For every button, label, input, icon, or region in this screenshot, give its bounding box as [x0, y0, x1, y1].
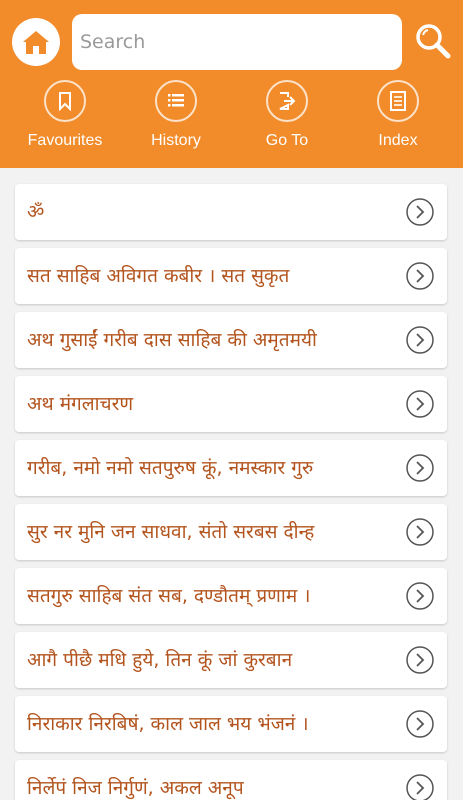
chevron-right-icon[interactable]: [405, 645, 435, 675]
home-button[interactable]: [12, 18, 60, 66]
tab-label: Index: [378, 132, 418, 149]
chevron-right-icon[interactable]: [405, 325, 435, 355]
tab-favourites[interactable]: Favourites: [10, 80, 120, 156]
tab-icon-circle: [377, 80, 419, 122]
chevron-right-icon[interactable]: [405, 709, 435, 739]
list-item[interactable]: गरीब, नमो नमो सतपुरुष कूं, नमस्कार गुरु: [15, 440, 447, 496]
list-item[interactable]: आगै पीछै मधि हुये, तिन कूं जां कुरबान: [15, 632, 447, 688]
list-item-text: गरीब, नमो नमो सतपुरुष कूं, नमस्कार गुरु: [27, 457, 314, 479]
chevron-right-icon[interactable]: [405, 453, 435, 483]
list-item-text: अथ मंगलाचरण: [27, 393, 134, 415]
tab-icon-circle: [44, 80, 86, 122]
chevron-right-icon[interactable]: [405, 261, 435, 291]
list-item[interactable]: ॐ: [15, 184, 447, 240]
list-item-text: सत साहिब अविगत कबीर । सत सुकृत: [27, 265, 290, 287]
list-item[interactable]: अथ मंगलाचरण: [15, 376, 447, 432]
chevron-right-icon[interactable]: [405, 389, 435, 419]
chevron-right-icon[interactable]: [405, 197, 435, 227]
chevron-right-icon[interactable]: [405, 517, 435, 547]
search-icon: [416, 24, 451, 59]
list-item-text: सुर नर मुनि जन साधवा, संतो सरबस दीन्ह: [27, 521, 315, 543]
tab-label: Go To: [265, 132, 309, 149]
search-input[interactable]: [78, 30, 396, 54]
tab-index[interactable]: Index: [343, 80, 453, 156]
tab-label: History: [151, 132, 201, 149]
tab-history[interactable]: History: [121, 80, 231, 156]
list-item-text: सतगुरु साहिब संत सब, दण्डौतम् प्रणाम ।: [27, 585, 311, 607]
tab-label: Favourites: [27, 132, 103, 149]
tab-bar: Favourites History Go To Index: [0, 80, 463, 160]
search-button[interactable]: [410, 18, 456, 64]
list-item[interactable]: सतगुरु साहिब संत सब, दण्डौतम् प्रणाम ।: [15, 568, 447, 624]
goto-icon: [279, 92, 296, 110]
search-box[interactable]: [72, 14, 402, 70]
list-item[interactable]: सत साहिब अविगत कबीर । सत सुकृत: [15, 248, 447, 304]
app-header: Favourites History: [0, 0, 463, 168]
chevron-right-icon[interactable]: [405, 773, 435, 800]
chevron-right-icon[interactable]: [405, 581, 435, 611]
list-item[interactable]: निराकार निरबिषं, काल जाल भय भंजनं ।: [15, 696, 447, 752]
list-item[interactable]: निर्लेपं निज निर्गुणं, अकल अनूप: [15, 760, 447, 800]
home-icon: [23, 31, 49, 54]
index-icon: [390, 91, 406, 111]
list-item-text: निराकार निरबिषं, काल जाल भय भंजनं ।: [27, 713, 309, 735]
list-item-text: आगै पीछै मधि हुये, तिन कूं जां कुरबान: [27, 649, 293, 671]
list-icon: [168, 94, 184, 107]
list-item-text: अथ गुसाईं गरीब दास साहिब की अमृतमयी: [27, 329, 317, 351]
bookmark-icon: [59, 92, 71, 111]
tab-icon-circle: [266, 80, 308, 122]
list-item-text: ॐ: [27, 201, 45, 223]
list-item[interactable]: अथ गुसाईं गरीब दास साहिब की अमृतमयी: [15, 312, 447, 368]
tab-go-to[interactable]: Go To: [232, 80, 342, 156]
list-item-text: निर्लेपं निज निर्गुणं, अकल अनूप: [27, 777, 244, 799]
verse-list: ॐ सत साहिब अविगत कबीर । सत सुकृत अथ गुसा…: [0, 168, 463, 800]
list-item[interactable]: सुर नर मुनि जन साधवा, संतो सरबस दीन्ह: [15, 504, 447, 560]
tab-icon-circle: [155, 80, 197, 122]
